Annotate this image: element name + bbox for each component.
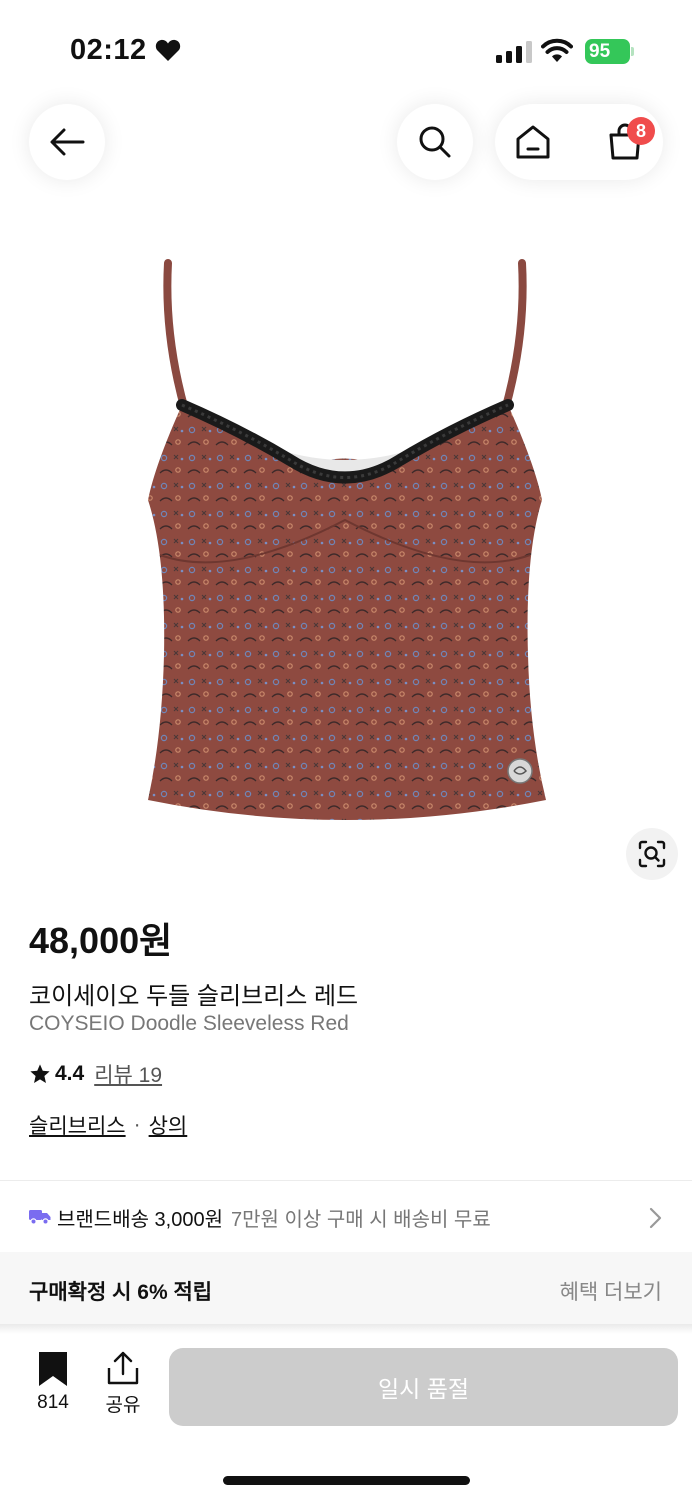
bottom-bar-shadow — [0, 1324, 692, 1334]
bookmark-count: 814 — [37, 1392, 69, 1413]
back-button[interactable] — [29, 104, 105, 180]
product-price: 48,000원 — [29, 920, 173, 961]
battery-icon: 95 — [585, 39, 635, 64]
benefit-more-link[interactable]: 혜택 더보기 — [560, 1276, 662, 1306]
category-separator: · — [133, 1113, 141, 1136]
share-button[interactable]: 공유 — [98, 1350, 148, 1417]
category-breadcrumb: 슬리브리스 · 상의 — [29, 1110, 187, 1140]
product-image — [148, 259, 546, 820]
home-indicator[interactable] — [223, 1476, 470, 1485]
truck-icon — [29, 1210, 51, 1225]
image-search-icon — [638, 840, 666, 868]
star-icon — [30, 1064, 50, 1083]
home-icon[interactable] — [513, 122, 553, 162]
sold-out-button[interactable]: 일시 품절 — [169, 1348, 678, 1426]
rating-value: 4.4 — [55, 1062, 85, 1085]
cart-badge: 8 — [627, 117, 655, 145]
benefit-text: 구매확정 시 6% 적립 — [29, 1281, 213, 1304]
status-bar: 02:12 95 — [0, 0, 692, 100]
category-link-tops[interactable]: 상의 — [149, 1110, 188, 1140]
delivery-fee: 브랜드배송 3,000원 — [57, 1208, 224, 1231]
product-name-korean: 코이세이오 두들 슬리브리스 레드 — [29, 983, 359, 1010]
rating-row: 4.4 리뷰 19 — [29, 1060, 162, 1088]
status-time: 02:12 — [70, 34, 147, 66]
product-name-english: COYSEIO Doodle Sleeveless Red — [29, 1012, 349, 1035]
bookmark-icon — [39, 1352, 67, 1386]
image-search-button[interactable] — [626, 828, 678, 880]
signal-icon — [496, 41, 532, 63]
category-link-sleeveless[interactable]: 슬리브리스 — [29, 1110, 126, 1140]
wifi-icon — [541, 38, 573, 62]
share-label: 공유 — [105, 1395, 141, 1416]
share-icon — [107, 1351, 139, 1385]
free-shipping-note: 7만원 이상 구매 시 배송비 무료 — [231, 1208, 491, 1231]
chevron-right-icon[interactable] — [648, 1206, 664, 1230]
delivery-info-row[interactable]: 브랜드배송 3,000원 7만원 이상 구매 시 배송비 무료 — [29, 1202, 491, 1232]
benefit-banner[interactable]: 구매확정 시 6% 적립 혜택 더보기 — [0, 1252, 692, 1324]
bookmark-button[interactable]: 814 — [28, 1352, 78, 1414]
battery-level: 95 — [589, 41, 611, 62]
arrow-left-icon — [50, 128, 85, 156]
reviews-link[interactable]: 리뷰 19 — [94, 1059, 162, 1089]
search-button[interactable] — [397, 104, 473, 180]
search-icon — [419, 126, 451, 158]
heart-icon — [155, 39, 181, 61]
divider — [0, 1180, 692, 1181]
